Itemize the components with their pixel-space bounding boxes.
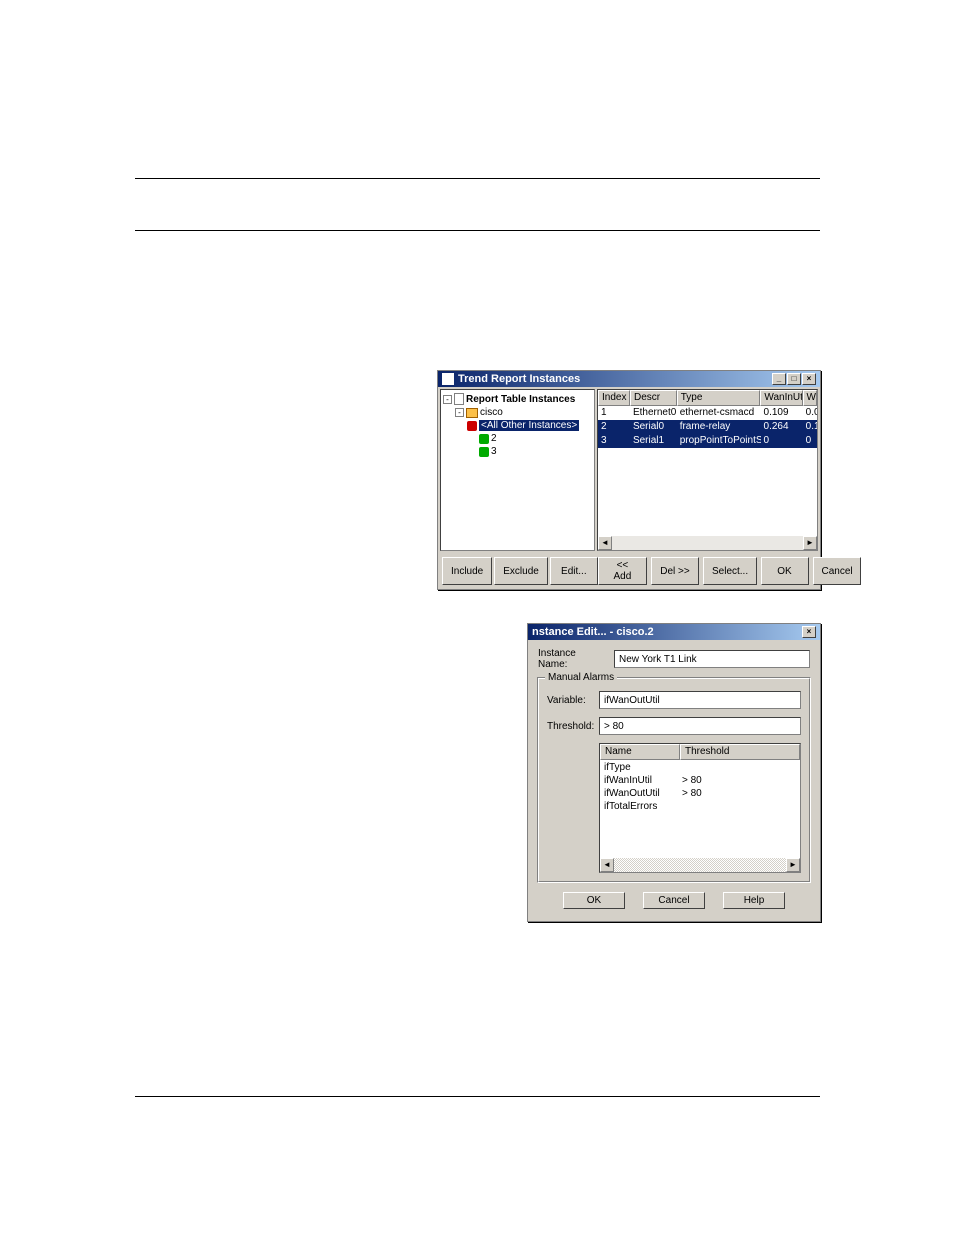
threshold-label: Threshold: <box>547 721 593 732</box>
close-button[interactable]: × <box>802 626 816 638</box>
maximize-button[interactable]: □ <box>787 373 801 385</box>
expand-icon[interactable]: - <box>443 395 452 404</box>
ok-button[interactable]: OK <box>563 892 625 909</box>
col-header-index[interactable]: Index <box>598 390 630 406</box>
minimize-button[interactable]: _ <box>772 373 786 385</box>
list-item[interactable]: ifWanInUtil > 80 <box>604 775 796 788</box>
horizontal-scrollbar[interactable]: ◄ ► <box>598 536 817 550</box>
instance-edit-window: nstance Edit... - cisco.2 × Instance Nam… <box>527 623 821 922</box>
del-button[interactable]: Del >> <box>651 557 699 585</box>
cancel-button[interactable]: Cancel <box>643 892 705 909</box>
edit-button[interactable]: Edit... <box>550 557 598 585</box>
instance-name-label: Instance Name: <box>538 648 608 670</box>
divider-top <box>135 178 820 179</box>
include-button[interactable]: Include <box>442 557 492 585</box>
window-title: nstance Edit... - cisco.2 <box>532 626 654 638</box>
col-header-descr[interactable]: Descr <box>630 390 677 406</box>
tree-node-all-other[interactable]: <All Other Instances> <box>479 420 579 431</box>
list-col-threshold[interactable]: Threshold <box>680 744 800 760</box>
tree-node-3[interactable]: 3 <box>491 446 497 457</box>
col-header-w[interactable]: W. <box>803 390 817 406</box>
variable-input[interactable] <box>599 691 801 709</box>
tree-view[interactable]: - Report Table Instances - cisco <All Ot… <box>440 389 595 551</box>
instance-name-input[interactable] <box>614 650 810 668</box>
folder-icon <box>466 408 478 418</box>
exclude-button[interactable]: Exclude <box>494 557 548 585</box>
table-row[interactable]: 2 Serial0 frame-relay 0.264 0.1 <box>598 420 817 434</box>
scroll-right-button[interactable]: ► <box>803 536 817 550</box>
table-row[interactable]: 3 Serial1 propPointToPointSerial 0 0 <box>598 434 817 448</box>
col-header-waninutil[interactable]: WanInUtil <box>760 390 802 406</box>
table-row[interactable]: 1 Ethernet0 ethernet-csmacd 0.109 0.0 <box>598 406 817 420</box>
select-button[interactable]: Select... <box>703 557 757 585</box>
add-button[interactable]: << Add <box>598 557 647 585</box>
threshold-input[interactable] <box>599 717 801 735</box>
app-icon <box>442 373 454 385</box>
scroll-left-button[interactable]: ◄ <box>600 858 614 872</box>
tree-root-label: Report Table Instances <box>466 394 575 405</box>
horizontal-scrollbar[interactable]: ◄ ► <box>600 858 800 872</box>
red-status-icon <box>467 421 477 431</box>
divider-mid <box>135 230 820 231</box>
cancel-button[interactable]: Cancel <box>813 557 862 585</box>
groupbox-title: Manual Alarms <box>545 672 617 683</box>
ok-button[interactable]: OK <box>761 557 809 585</box>
scroll-right-button[interactable]: ► <box>786 858 800 872</box>
page-icon <box>454 393 464 405</box>
instances-table[interactable]: Index Descr Type WanInUtil W. 1 Ethernet… <box>597 389 818 551</box>
list-item[interactable]: ifTotalErrors <box>604 801 796 814</box>
tree-node-cisco[interactable]: cisco <box>480 407 503 418</box>
titlebar[interactable]: nstance Edit... - cisco.2 × <box>528 624 820 640</box>
green-status-icon <box>479 447 489 457</box>
col-header-type[interactable]: Type <box>677 390 761 406</box>
divider-bottom <box>135 1096 820 1097</box>
close-button[interactable]: × <box>802 373 816 385</box>
alarms-list[interactable]: Name Threshold ifType ifWanInUtil > 80 i… <box>599 743 801 873</box>
help-button[interactable]: Help <box>723 892 785 909</box>
manual-alarms-group: Manual Alarms Variable: Threshold: Name … <box>538 678 810 882</box>
trend-report-instances-window: Trend Report Instances _ □ × - Report Ta… <box>437 370 821 590</box>
list-item[interactable]: ifType <box>604 762 796 775</box>
scroll-track[interactable] <box>614 858 786 872</box>
titlebar[interactable]: Trend Report Instances _ □ × <box>438 371 820 387</box>
green-status-icon <box>479 434 489 444</box>
scroll-left-button[interactable]: ◄ <box>598 536 612 550</box>
expand-icon[interactable]: - <box>455 408 464 417</box>
scroll-track[interactable] <box>612 536 803 550</box>
window-title: Trend Report Instances <box>458 373 580 385</box>
tree-node-2[interactable]: 2 <box>491 433 497 444</box>
variable-label: Variable: <box>547 695 593 706</box>
list-item[interactable]: ifWanOutUtil > 80 <box>604 788 796 801</box>
list-col-name[interactable]: Name <box>600 744 680 760</box>
